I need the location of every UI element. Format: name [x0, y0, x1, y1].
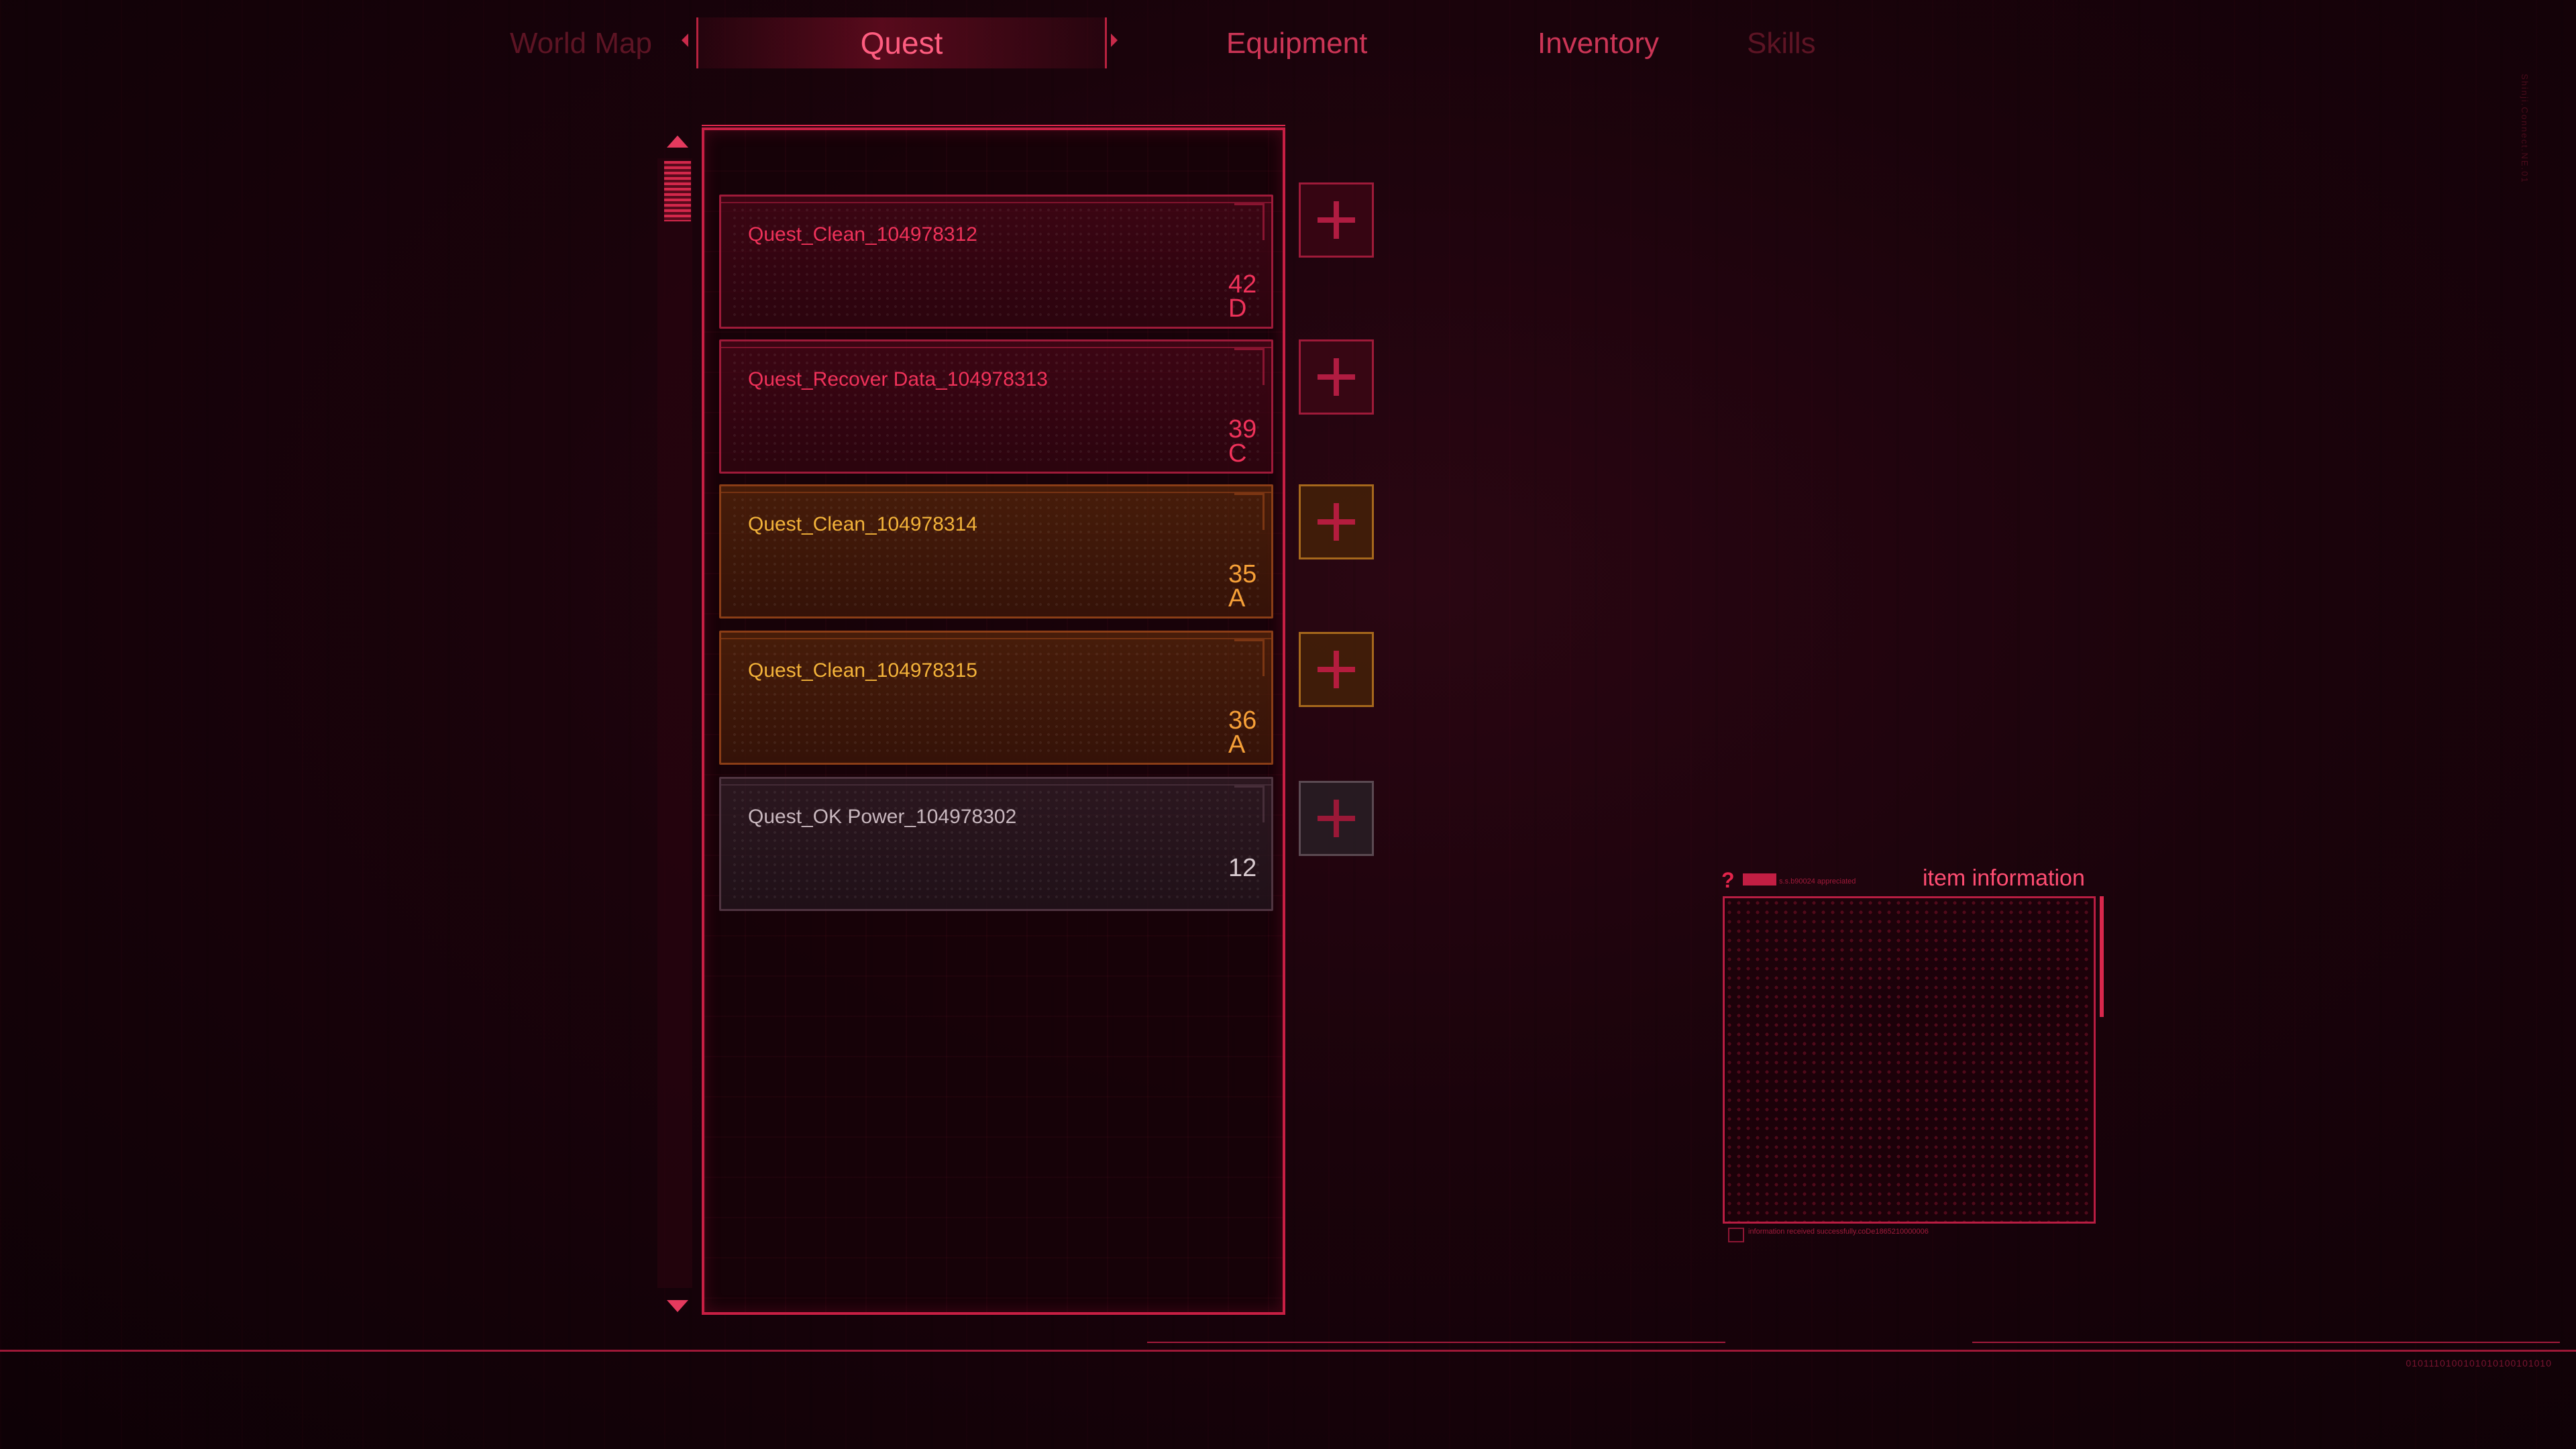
- background-streaks: [0, 0, 2576, 1449]
- tab-world-map[interactable]: World Map: [510, 27, 652, 60]
- quest-item-pattern: [731, 496, 1262, 607]
- quest-name: Quest_Clean_104978314: [748, 513, 977, 535]
- quest-grade: D: [1228, 294, 1247, 323]
- quest-grade: A: [1228, 731, 1246, 759]
- bottom-accent-line: [1972, 1342, 2560, 1343]
- tab-inventory[interactable]: Inventory: [1538, 27, 1659, 60]
- quest-name: Quest_OK Power_104978302: [748, 806, 1017, 828]
- item-information-panel: [1723, 896, 2096, 1224]
- info-micro-label: s.s.b90024 appreciated: [1779, 877, 1856, 885]
- quest-name: Quest_Clean_104978315: [748, 659, 977, 682]
- quest-item[interactable]: Quest_Clean_104978315 36 A: [719, 631, 1273, 765]
- quest-item[interactable]: Quest_Clean_104978312 42 D: [719, 195, 1273, 329]
- quest-item[interactable]: Quest_Clean_104978314 35 A: [719, 484, 1273, 619]
- add-quest-button[interactable]: [1299, 781, 1374, 856]
- item-information-title: item information: [1923, 865, 2085, 891]
- add-quest-button[interactable]: [1299, 339, 1374, 415]
- top-navigation: World Map Quest Equipment Inventory Skil…: [0, 0, 2576, 94]
- plus-icon: [1318, 651, 1355, 688]
- tab-prev-arrow-icon[interactable]: [682, 34, 688, 47]
- bottom-accent-line: [1147, 1342, 1725, 1343]
- binary-decor-text: 0101110100101010100101010: [2406, 1358, 2552, 1368]
- tab-skills[interactable]: Skills: [1747, 27, 1816, 60]
- add-quest-button[interactable]: [1299, 484, 1374, 559]
- quest-level: 12: [1228, 854, 1257, 882]
- help-icon[interactable]: ?: [1721, 868, 1735, 893]
- quest-grade: C: [1228, 439, 1247, 468]
- quest-item-pattern: [731, 351, 1262, 462]
- quest-item-pattern: [731, 206, 1262, 317]
- quest-item[interactable]: Quest_OK Power_104978302 12: [719, 777, 1273, 911]
- vertical-decor-text: Shinji.Connect.NE.01: [2520, 74, 2530, 184]
- info-status-block: [1743, 873, 1776, 885]
- add-quest-button[interactable]: [1299, 182, 1374, 258]
- tab-equipment[interactable]: Equipment: [1226, 27, 1367, 60]
- info-footer-text: information received successfully.coDe18…: [1748, 1228, 1929, 1236]
- scroll-up-arrow-icon[interactable]: [667, 136, 688, 148]
- add-quest-button[interactable]: [1299, 632, 1374, 707]
- plus-icon: [1318, 358, 1355, 396]
- quest-name: Quest_Clean_104978312: [748, 223, 977, 246]
- plus-icon: [1318, 800, 1355, 837]
- tab-quest[interactable]: Quest: [696, 17, 1107, 68]
- quest-item[interactable]: Quest_Recover Data_104978313 39 C: [719, 339, 1273, 474]
- bottom-divider: [0, 1350, 2576, 1352]
- quest-item-pattern: [731, 642, 1262, 753]
- quest-list-scrollbar[interactable]: [657, 158, 692, 1288]
- quest-name: Quest_Recover Data_104978313: [748, 368, 1048, 390]
- scrollbar-thumb[interactable]: [664, 161, 691, 221]
- quest-grade: A: [1228, 584, 1246, 612]
- plus-icon: [1318, 201, 1355, 239]
- tab-quest-label: Quest: [860, 25, 943, 60]
- info-panel-edge: [2100, 896, 2104, 1017]
- info-checkbox[interactable]: [1728, 1228, 1744, 1242]
- tab-next-arrow-icon[interactable]: [1111, 34, 1118, 47]
- quest-item-pattern: [731, 788, 1262, 900]
- plus-icon: [1318, 503, 1355, 541]
- panel-top-divider: [702, 125, 1285, 126]
- scroll-down-arrow-icon[interactable]: [667, 1300, 688, 1312]
